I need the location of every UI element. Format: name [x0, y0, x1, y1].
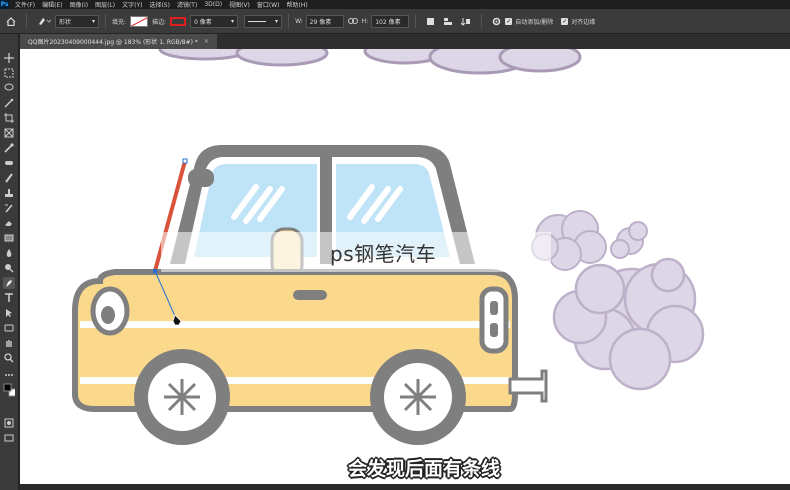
stroke-width-field[interactable]: 0 像素 ▾: [190, 14, 239, 28]
gear-icon[interactable]: [492, 17, 501, 26]
menu-type[interactable]: 文字(Y): [122, 0, 142, 9]
menu-window[interactable]: 窗口(W): [257, 0, 280, 9]
status-bar: [20, 484, 790, 490]
type-tool-icon[interactable]: [3, 292, 15, 304]
smoke-cloud-tiny: [610, 221, 648, 259]
quick-mask-icon[interactable]: [3, 417, 15, 429]
auto-add-delete-label: 自动添加/删除: [515, 18, 554, 26]
align-edges-checkbox[interactable]: ✓: [561, 17, 569, 25]
path-selection-tool-icon[interactable]: [3, 307, 15, 319]
anchor-point[interactable]: [153, 269, 157, 273]
close-icon[interactable]: ×: [204, 38, 209, 45]
width-label: W:: [295, 17, 303, 25]
photoshop-logo: Ps: [0, 0, 9, 9]
eyedropper-tool-icon[interactable]: [3, 142, 15, 154]
tools-panel: [0, 34, 19, 490]
car-mirror: [188, 169, 214, 187]
height-value: 102 像素: [375, 18, 401, 26]
menu-3d[interactable]: 3D(D): [204, 1, 222, 8]
smoke-cloud-large: [552, 257, 705, 391]
menu-filter[interactable]: 滤镜(T): [177, 0, 197, 9]
menu-help[interactable]: 帮助(H): [287, 0, 308, 9]
chevron-down-icon: ▾: [275, 17, 279, 25]
stroke-swatch[interactable]: [170, 16, 187, 26]
car-wheel-front: [134, 349, 230, 445]
history-brush-tool-icon[interactable]: [3, 202, 15, 214]
blur-tool-icon[interactable]: [3, 247, 15, 259]
path-alignment-icon[interactable]: [443, 17, 453, 26]
video-subtitle: 会发现后面有条线: [348, 458, 501, 480]
width-value: 29 像素: [309, 18, 332, 26]
menu-select[interactable]: 选择(S): [149, 0, 170, 9]
menu-edit[interactable]: 编辑(E): [42, 0, 62, 9]
more-tools-icon[interactable]: [3, 369, 15, 381]
fill-swatch[interactable]: [130, 15, 149, 27]
stroke-line-icon: [248, 20, 267, 22]
link-icon[interactable]: [347, 18, 358, 24]
document-tab-bar: QQ图片20230409000444.jpg @ 183% (形状 1, RGB…: [20, 34, 790, 49]
menu-bar: Ps 文件(F) 编辑(E) 图像(I) 图层(L) 文字(Y) 选择(S) 滤…: [0, 0, 790, 9]
pen-tool-preset-icon[interactable]: [37, 16, 51, 26]
document-tab[interactable]: QQ图片20230409000444.jpg @ 183% (形状 1, RGB…: [20, 34, 217, 49]
brush-tool-icon[interactable]: [3, 172, 15, 184]
dodge-tool-icon[interactable]: [3, 262, 15, 274]
canvas[interactable]: ps钢笔汽车 会发现后面有条线: [20, 49, 790, 490]
healing-brush-tool-icon[interactable]: [3, 157, 15, 169]
auto-add-delete-checkbox[interactable]: ✓: [505, 17, 513, 25]
magic-wand-tool-icon[interactable]: [3, 97, 15, 109]
anchor-point[interactable]: [182, 158, 188, 164]
overlay-title: ps钢笔汽车: [330, 242, 437, 266]
color-swatches-icon[interactable]: [3, 383, 15, 397]
marquee-tool-icon[interactable]: [3, 67, 15, 79]
mode-select-value: 形状: [59, 18, 72, 26]
menu-view[interactable]: 视图(V): [229, 0, 250, 9]
car-wheel-rear: [370, 349, 466, 445]
path-operations-icon[interactable]: [426, 17, 435, 26]
options-bar: 形状 ▾ 填充: 描边: 0 像素 ▾ ▾ W: 29 像素 H: 102 像素…: [0, 9, 790, 34]
height-label: H:: [361, 17, 369, 25]
lasso-tool-icon[interactable]: [3, 82, 15, 94]
frame-tool-icon[interactable]: [3, 127, 15, 139]
chevron-down-icon: ▾: [231, 17, 235, 25]
stroke-type-select[interactable]: ▾: [244, 14, 283, 28]
screen-mode-icon[interactable]: [3, 432, 15, 444]
hand-tool-icon[interactable]: [3, 337, 15, 349]
car-taillight: [479, 286, 509, 354]
mode-select[interactable]: 形状 ▾: [55, 14, 99, 28]
eraser-tool-icon[interactable]: [3, 217, 15, 229]
zoom-tool-icon[interactable]: [3, 352, 15, 364]
gradient-tool-icon[interactable]: [3, 232, 15, 244]
pen-tool-icon[interactable]: [3, 277, 15, 289]
document-tab-title: QQ图片20230409000444.jpg @ 183% (形状 1, RGB…: [28, 39, 198, 46]
car-door-handle: [293, 290, 327, 300]
menu-layer[interactable]: 图层(L): [95, 0, 115, 9]
move-tool-icon[interactable]: [3, 52, 15, 64]
menu-file[interactable]: 文件(F): [15, 0, 35, 9]
height-field[interactable]: 102 像素: [371, 14, 410, 28]
top-cloud: [158, 49, 582, 75]
align-edges-label: 对齐边缘: [571, 18, 596, 26]
chevron-down-icon: ▾: [91, 17, 95, 25]
path-arrangement-icon[interactable]: [461, 17, 471, 26]
width-field[interactable]: 29 像素: [305, 14, 344, 28]
home-icon[interactable]: [6, 16, 16, 26]
shape-tool-icon[interactable]: [3, 322, 15, 334]
crop-tool-icon[interactable]: [3, 112, 15, 124]
stamp-tool-icon[interactable]: [3, 187, 15, 199]
stroke-label: 描边:: [152, 18, 167, 26]
stroke-width-value: 0 像素: [194, 18, 212, 26]
menu-image[interactable]: 图像(I): [70, 0, 88, 9]
fill-label: 填充:: [112, 18, 127, 26]
